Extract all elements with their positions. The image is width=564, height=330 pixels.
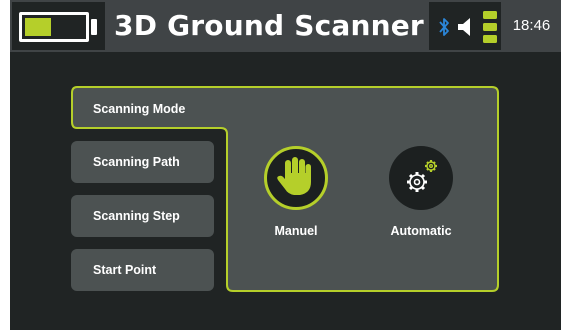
signal-level-icon (483, 11, 497, 43)
bluetooth-icon (439, 18, 449, 36)
manuel-mode-button[interactable] (264, 146, 328, 210)
app-title: 3D Ground Scanner (114, 9, 424, 42)
status-icons (429, 2, 501, 50)
tab-start-point[interactable]: Start Point (71, 249, 214, 291)
gears-icon (407, 160, 437, 192)
battery-icon (19, 12, 89, 42)
tab-scanning-mode[interactable]: Scanning Mode (93, 89, 185, 129)
battery-indicator (12, 2, 105, 50)
hand-icon (277, 157, 311, 195)
automatic-label: Automatic (390, 224, 452, 238)
battery-level-fill (25, 18, 51, 36)
manuel-label: Manuel (274, 224, 318, 238)
clock: 18:46 (512, 17, 551, 34)
status-bar: 3D Ground Scanner 18:46 (10, 0, 561, 52)
automatic-mode-button[interactable] (389, 146, 453, 210)
tab-scanning-step[interactable]: Scanning Step (71, 195, 214, 237)
tab-scanning-path[interactable]: Scanning Path (71, 141, 214, 183)
speaker-icon (458, 18, 470, 36)
device-screen: 3D Ground Scanner 18:46 Scanning Mode Sc… (10, 0, 561, 330)
battery-tip (91, 19, 97, 35)
